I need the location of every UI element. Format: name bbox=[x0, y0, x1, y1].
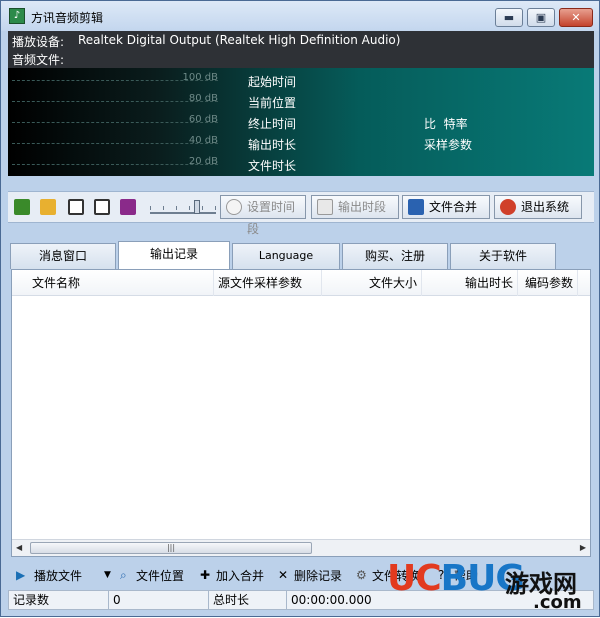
play-box-icon[interactable] bbox=[68, 199, 84, 215]
merge-files-button[interactable]: 文件合并 bbox=[402, 195, 490, 219]
folder-open-icon[interactable] bbox=[40, 199, 56, 215]
play-file-label: 播放文件 bbox=[34, 569, 83, 583]
col-file-size[interactable]: 文件大小 bbox=[322, 270, 422, 296]
chevron-down-icon: ▼ bbox=[104, 570, 111, 580]
set-segment-label: 设置时间段 bbox=[247, 200, 296, 236]
file-location-label: 文件位置 bbox=[136, 569, 185, 583]
tab-strip: 消息窗口 输出记录 Language 购买、注册 关于软件 bbox=[8, 241, 594, 270]
total-duration-label: 总时长 bbox=[209, 591, 287, 609]
slider-thumb[interactable] bbox=[194, 200, 200, 214]
power-icon bbox=[500, 199, 516, 215]
add-merge-button[interactable]: ✚ 加入合并 bbox=[200, 567, 264, 584]
search-icon: ⌕ bbox=[120, 568, 127, 582]
watermark-brand-uc: UC bbox=[387, 558, 442, 599]
exit-system-button[interactable]: 退出系统 bbox=[494, 195, 582, 219]
tab-message-window[interactable]: 消息窗口 bbox=[10, 243, 116, 269]
slider-tick bbox=[189, 206, 190, 210]
add-merge-label: 加入合并 bbox=[216, 569, 265, 583]
file-location-button[interactable]: ⌕ 文件位置 bbox=[120, 567, 184, 584]
current-position-label: 当前位置 bbox=[248, 96, 297, 110]
db-label-80: 80 dB bbox=[188, 93, 218, 104]
slider-tick bbox=[176, 206, 177, 210]
col-source-params[interactable]: 源文件采样参数 bbox=[214, 270, 322, 296]
save-icon bbox=[317, 199, 333, 215]
db-label-40: 40 dB bbox=[188, 135, 218, 146]
sample-params-label: 采样参数 bbox=[424, 138, 473, 152]
main-toolbar: 设置时间段 输出时段 文件合并 退出系统 bbox=[8, 191, 594, 236]
play-icon: ▶ bbox=[16, 568, 26, 582]
output-segment-button[interactable]: 输出时段 bbox=[311, 195, 399, 219]
merge-files-label: 文件合并 bbox=[429, 200, 478, 214]
tab-language[interactable]: Language bbox=[232, 243, 340, 269]
output-segment-label: 输出时段 bbox=[338, 200, 387, 214]
chip-icon[interactable] bbox=[14, 199, 30, 215]
gear-icon: ⚙ bbox=[356, 568, 367, 582]
output-length-label: 输出时长 bbox=[248, 138, 297, 152]
maximize-button[interactable]: ▣ bbox=[527, 8, 555, 27]
col-output-length[interactable]: 输出时长 bbox=[422, 270, 518, 296]
app-window: ♪ 方讯音频剪辑 ▬ ▣ ✕ 播放设备: Realtek Digital Out… bbox=[0, 0, 600, 617]
exit-system-label: 退出系统 bbox=[521, 200, 570, 214]
slider-tick bbox=[163, 206, 164, 210]
book-icon[interactable] bbox=[120, 199, 136, 215]
device-info-panel: 播放设备: Realtek Digital Output (Realtek Hi… bbox=[8, 31, 594, 68]
table-header: 文件名称 源文件采样参数 文件大小 输出时长 编码参数 bbox=[12, 270, 590, 296]
col-encoding-params[interactable]: 编码参数 bbox=[518, 270, 578, 296]
db-label-20: 20 dB bbox=[188, 156, 218, 167]
tab-about[interactable]: 关于软件 bbox=[450, 243, 556, 269]
level-display: 100 dB 80 dB 60 dB 40 dB 20 dB 起始时间 当前位置… bbox=[8, 68, 594, 176]
play-file-button[interactable]: ▶ 播放文件 bbox=[16, 567, 82, 584]
start-time-label: 起始时间 bbox=[248, 75, 297, 89]
delete-record-label: 删除记录 bbox=[294, 569, 343, 583]
slider-tick bbox=[215, 206, 216, 210]
clock-icon bbox=[226, 199, 242, 215]
volume-slider[interactable] bbox=[150, 200, 216, 214]
file-length-label: 文件时长 bbox=[248, 159, 297, 173]
app-icon: ♪ bbox=[9, 8, 25, 24]
window-title: 方讯音频剪辑 bbox=[31, 11, 104, 25]
slider-tick bbox=[150, 206, 151, 210]
tab-purchase-register[interactable]: 购买、注册 bbox=[342, 243, 448, 269]
col-file-name[interactable]: 文件名称 bbox=[12, 270, 214, 296]
minimize-button[interactable]: ▬ bbox=[495, 8, 523, 27]
merge-icon bbox=[408, 199, 424, 215]
scroll-thumb[interactable]: ||| bbox=[30, 542, 312, 554]
end-time-label: 终止时间 bbox=[248, 117, 297, 131]
db-label-100: 100 dB bbox=[182, 72, 218, 83]
record-count-value: 0 bbox=[109, 591, 209, 609]
output-records-table: 文件名称 源文件采样参数 文件大小 输出时长 编码参数 ◀ ||| ▶ bbox=[11, 269, 591, 557]
db-label-60: 60 dB bbox=[188, 114, 218, 125]
delete-record-button[interactable]: ✕ 删除记录 bbox=[278, 567, 342, 584]
watermark-domain: .com bbox=[533, 592, 582, 613]
record-count-label: 记录数 bbox=[9, 591, 109, 609]
watermark-logo: UCBUG bbox=[387, 558, 525, 599]
slider-tick bbox=[202, 206, 203, 210]
audio-file-label: 音频文件: bbox=[12, 53, 65, 67]
plus-icon: ✚ bbox=[200, 568, 211, 582]
site-watermark: UCBUG 游戏网 .com bbox=[383, 552, 599, 618]
delete-icon: ✕ bbox=[278, 568, 289, 582]
playback-device-label: 播放设备: bbox=[12, 35, 65, 49]
scroll-right-icon[interactable]: ▶ bbox=[580, 543, 586, 552]
title-bar[interactable]: ♪ 方讯音频剪辑 ▬ ▣ ✕ bbox=[1, 1, 599, 31]
tab-output-records[interactable]: 输出记录 bbox=[118, 241, 230, 270]
stop-box-icon[interactable] bbox=[94, 199, 110, 215]
close-button[interactable]: ✕ bbox=[559, 8, 593, 27]
bitrate-label: 比 特率 bbox=[424, 117, 468, 131]
playback-device-value: Realtek Digital Output (Realtek High Def… bbox=[78, 33, 401, 47]
scroll-left-icon[interactable]: ◀ bbox=[16, 543, 22, 552]
set-segment-button[interactable]: 设置时间段 bbox=[220, 195, 306, 236]
